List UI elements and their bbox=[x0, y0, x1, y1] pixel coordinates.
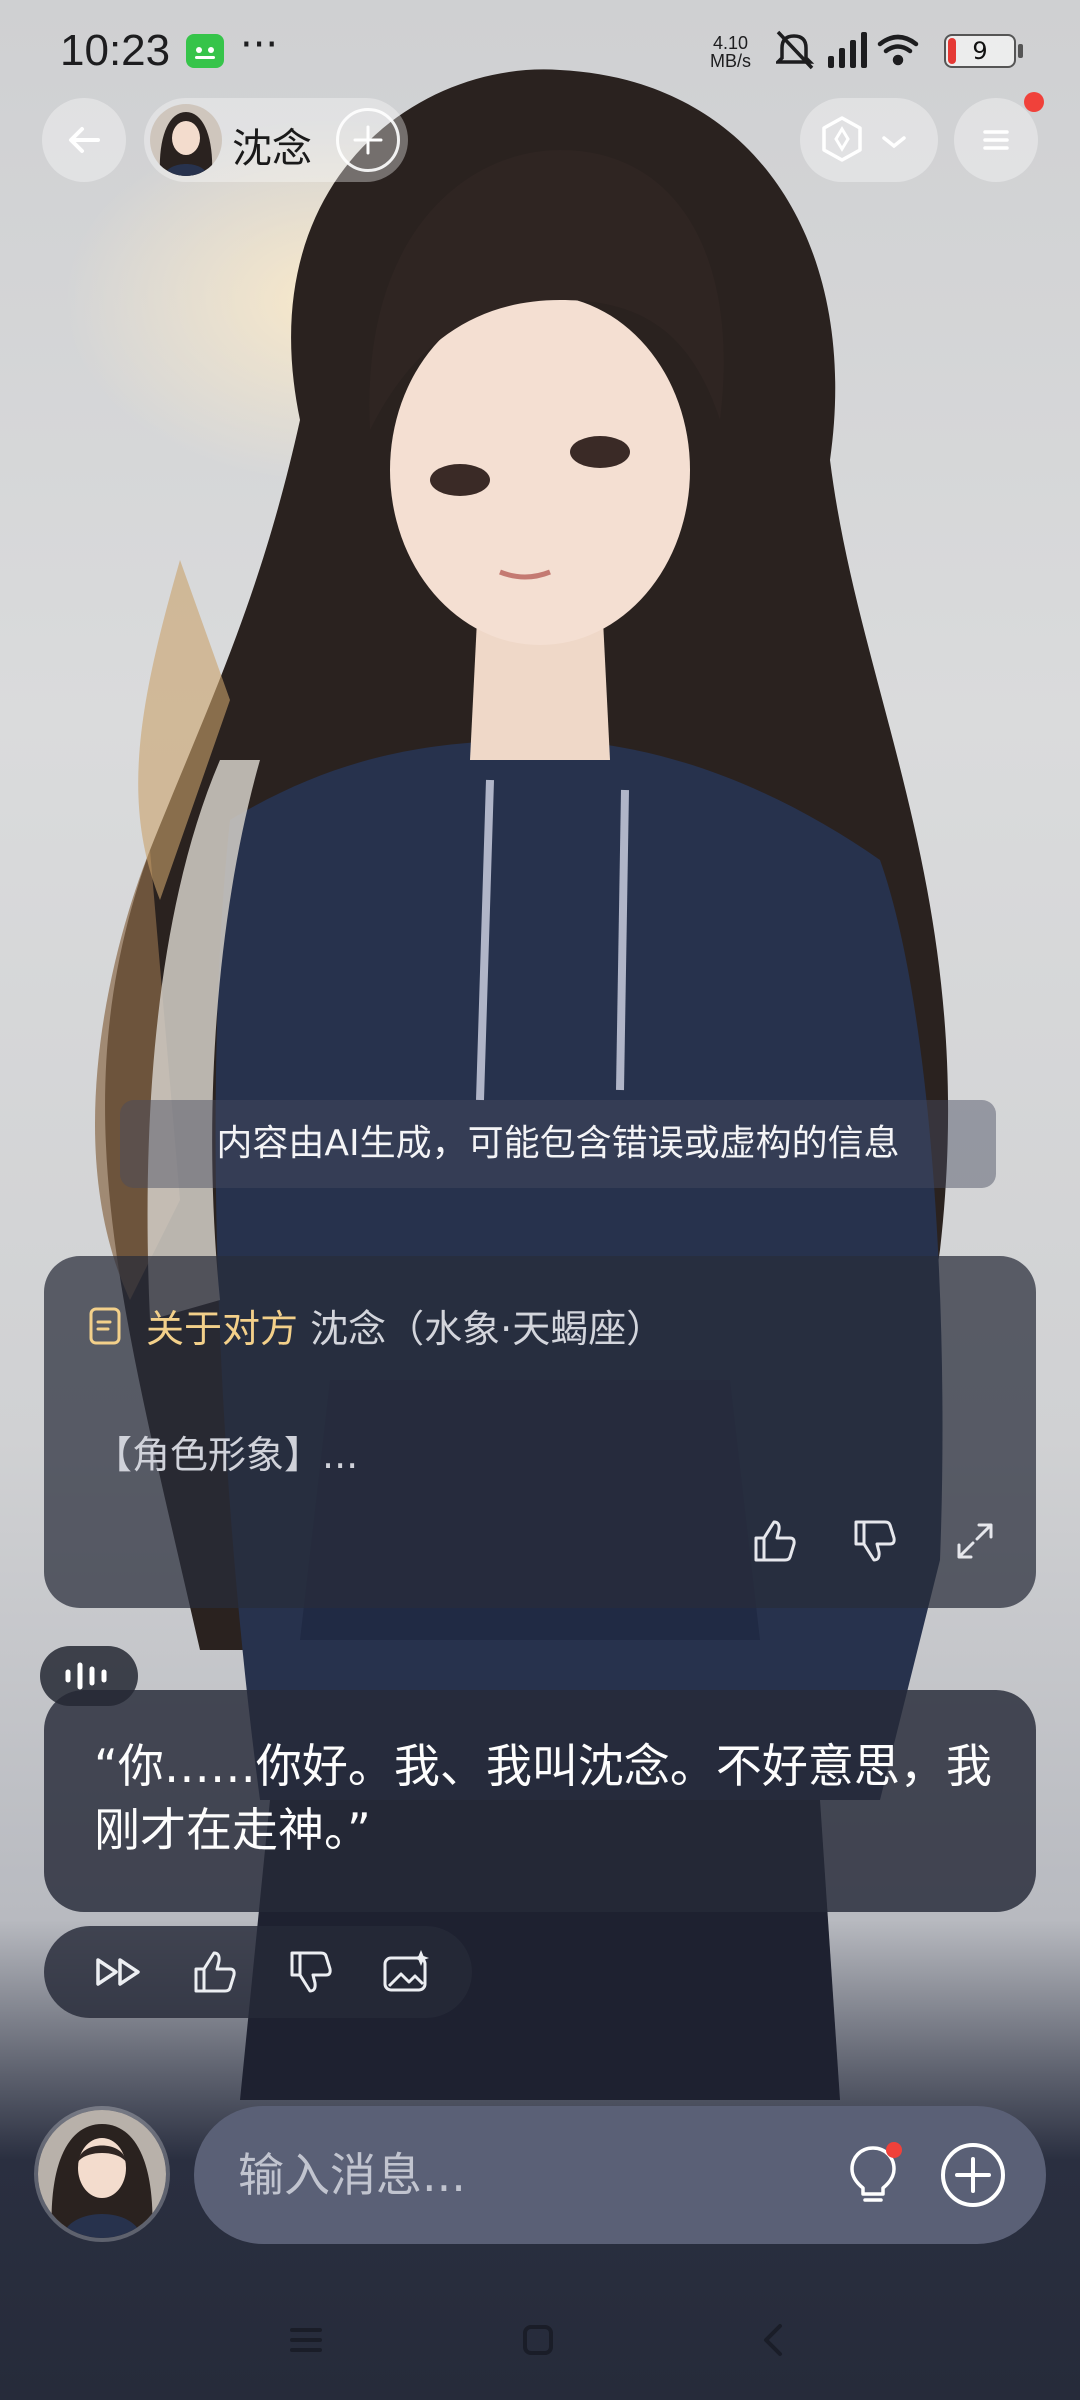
message-input-bar bbox=[194, 2106, 1046, 2244]
character-background-image bbox=[0, 0, 1080, 2400]
network-speed: 4.10 MB/s bbox=[710, 33, 752, 71]
mode-selector[interactable] bbox=[800, 98, 938, 182]
nav-menu-button[interactable] bbox=[266, 2310, 346, 2370]
generate-image-button[interactable] bbox=[372, 1937, 442, 2007]
thumb-up-icon bbox=[194, 1951, 236, 1993]
fast-forward-icon bbox=[96, 1958, 140, 1986]
nav-home-button[interactable] bbox=[498, 2310, 578, 2370]
menu-notification-badge bbox=[1024, 92, 1044, 112]
back-arrow-icon bbox=[69, 127, 100, 153]
system-nav-bar bbox=[0, 2280, 1080, 2400]
character-avatar[interactable] bbox=[150, 104, 222, 176]
more-options-button[interactable] bbox=[934, 2136, 1012, 2214]
chevron-down-icon bbox=[882, 136, 906, 149]
battery-level: 9 bbox=[972, 37, 988, 65]
about-character-card[interactable]: 关于对方 沈念（水象·天蝎座） 【角色形象】... bbox=[44, 1256, 1036, 1608]
doc-icon bbox=[89, 1307, 121, 1345]
about-card-title: 关于对方 沈念（水象·天蝎座） bbox=[146, 1307, 665, 1351]
nav-back-icon bbox=[764, 2324, 782, 2356]
thumb-down-icon bbox=[854, 1520, 896, 1562]
expand-button[interactable] bbox=[940, 1506, 1010, 1576]
status-time: 10:23 bbox=[60, 26, 171, 75]
signal-icon bbox=[828, 32, 867, 68]
character-name: 沈念 bbox=[232, 126, 312, 172]
mute-icon bbox=[773, 30, 815, 70]
nav-home-icon bbox=[523, 2325, 553, 2355]
menu-button[interactable] bbox=[954, 98, 1038, 182]
inspiration-button[interactable] bbox=[834, 2136, 912, 2214]
battery-icon: 9 bbox=[944, 34, 1016, 68]
about-card-body: 【角色形象】... bbox=[94, 1433, 359, 1477]
message-actions-bar bbox=[44, 1926, 472, 2018]
fast-forward-button[interactable] bbox=[84, 1937, 154, 2007]
ai-message-bubble[interactable]: “你……你好。我、我叫沈念。不好意思，我刚才在走神。” bbox=[44, 1690, 1036, 1912]
thumb-up-button[interactable] bbox=[740, 1506, 810, 1576]
system-icons bbox=[773, 28, 936, 76]
menu-icon bbox=[983, 130, 1009, 150]
bulb-notification-badge bbox=[886, 2142, 902, 2158]
ai-message-text: “你……你好。我、我叫沈念。不好意思，我刚才在走神。” bbox=[94, 1739, 992, 1857]
app-notification-icon bbox=[186, 34, 224, 68]
message-thumb-down-button[interactable] bbox=[276, 1937, 346, 2007]
nav-menu-icon bbox=[290, 2328, 322, 2352]
expand-icon bbox=[957, 1523, 993, 1559]
ai-disclaimer: 内容由AI生成，可能包含错误或虚构的信息 bbox=[120, 1100, 996, 1188]
thumb-down-button[interactable] bbox=[840, 1506, 910, 1576]
plus-circle-icon bbox=[941, 2143, 1005, 2207]
message-input[interactable] bbox=[238, 2140, 798, 2210]
add-character-button[interactable] bbox=[336, 108, 400, 172]
thumb-up-icon bbox=[754, 1520, 796, 1562]
user-avatar[interactable] bbox=[34, 2106, 170, 2242]
voice-play-button[interactable] bbox=[40, 1646, 138, 1706]
wifi-icon bbox=[877, 34, 919, 66]
more-notifications: ··· bbox=[240, 22, 279, 68]
message-thumb-up-button[interactable] bbox=[180, 1937, 250, 2007]
character-profile-pill[interactable]: 沈念 bbox=[144, 98, 408, 182]
status-bar: 10:23 ··· 4.10 MB/s 9 bbox=[0, 0, 1080, 100]
nav-back-button[interactable] bbox=[734, 2310, 814, 2370]
mode-icon bbox=[822, 116, 862, 162]
about-card-actions bbox=[740, 1506, 1010, 1576]
back-button[interactable] bbox=[42, 98, 126, 182]
thumb-down-icon bbox=[290, 1951, 332, 1993]
image-sparkle-icon bbox=[383, 1950, 429, 1992]
voice-wave-icon bbox=[65, 1662, 107, 1690]
add-icon bbox=[353, 125, 383, 155]
